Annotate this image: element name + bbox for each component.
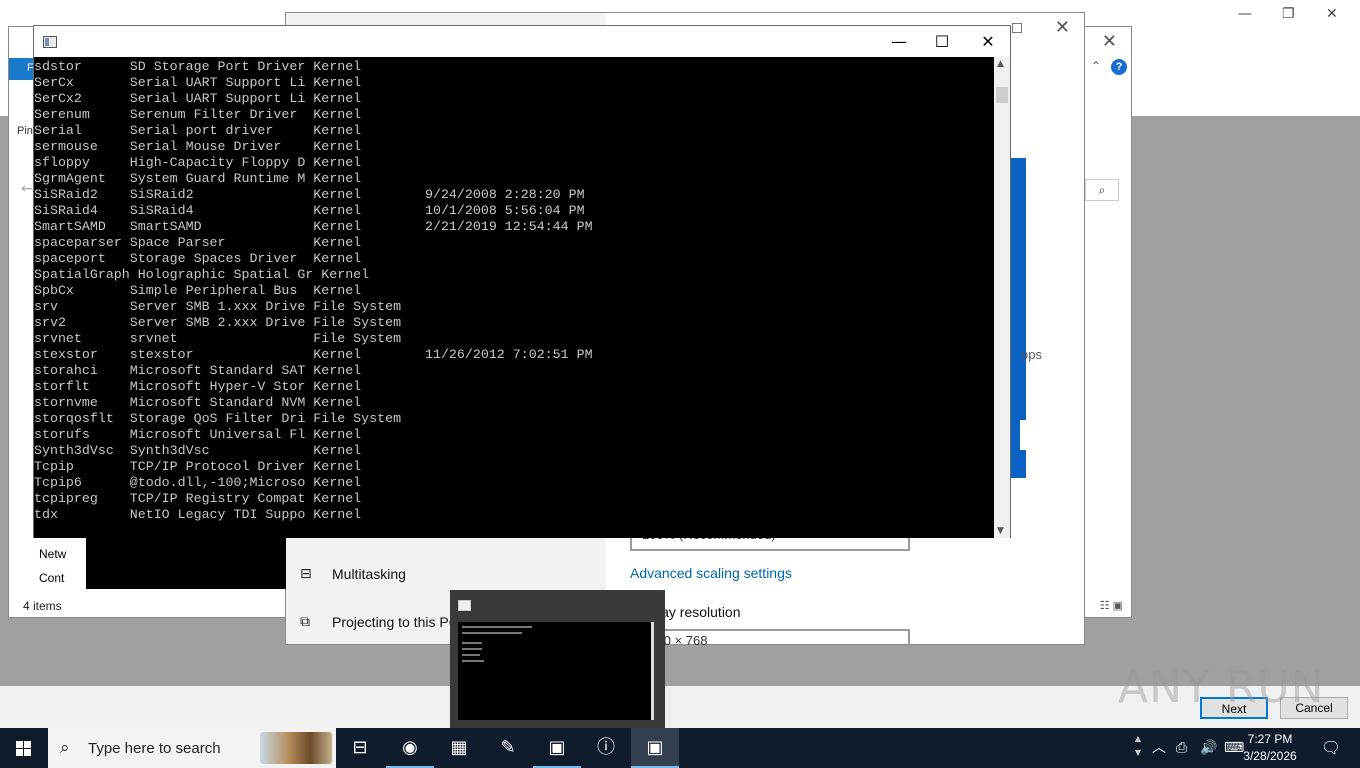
volume-icon[interactable]: 🔊 — [1200, 728, 1217, 768]
view-toggle-icons[interactable]: ☷ ▣ — [1100, 599, 1123, 612]
search-icon[interactable]: ⌕ — [1085, 179, 1119, 201]
taskbar-clock[interactable]: 7:27 PM 3/28/2026 — [1240, 731, 1300, 765]
pin-label[interactable]: Pin — [17, 125, 33, 137]
restore-icon[interactable]: ❐ — [1282, 6, 1295, 22]
clock-time: 7:27 PM — [1247, 732, 1293, 746]
chrome-icon[interactable]: ◉ — [386, 728, 434, 768]
info-icon[interactable]: ⓘ — [582, 728, 630, 768]
console-titlebar[interactable]: — ☐ ✕ — [34, 26, 1010, 57]
multitasking-icon: ⊟ — [300, 566, 312, 582]
ops-text-fragment: ops — [1021, 347, 1042, 362]
nav-item-multitasking[interactable]: ⊟ Multitasking — [300, 566, 406, 582]
tray-chevron-up-icon[interactable]: ︿ — [1152, 728, 1166, 768]
minimize-icon[interactable]: — — [1238, 6, 1252, 22]
taskbar-scroll-arrows[interactable]: ▲ ▼ — [1132, 728, 1144, 768]
resolution-dropdown[interactable]: 1360 × 768 — [630, 629, 910, 647]
advanced-scaling-link[interactable]: Advanced scaling settings — [630, 565, 792, 581]
close-icon[interactable]: ✕ — [1326, 6, 1338, 22]
thumbnail-screen — [458, 622, 654, 720]
maximize-icon[interactable] — [1012, 23, 1022, 33]
projecting-icon: ⧉ — [300, 614, 310, 630]
nav-item-network[interactable]: Netw — [39, 547, 66, 561]
console-shadow-region — [86, 537, 286, 589]
console-app-icon — [458, 600, 471, 611]
taskbar-thumbnail-preview[interactable] — [450, 590, 665, 728]
nav-item-projecting[interactable]: ⧉ Projecting to this PC — [300, 614, 459, 630]
close-icon[interactable]: ✕ — [1055, 17, 1070, 38]
task-view-icon[interactable]: ⊟ — [336, 728, 384, 768]
nav-item-label: Multitasking — [332, 566, 406, 582]
start-button[interactable] — [0, 728, 48, 768]
search-icon: ⌕ — [60, 738, 70, 758]
nav-item-label: Projecting to this PC — [332, 614, 459, 630]
status-item-count: 4 items — [23, 599, 62, 613]
clock-date: 3/28/2026 — [1243, 749, 1297, 763]
scroll-down-icon[interactable]: ▼ — [997, 526, 1004, 536]
windows-logo-icon — [16, 741, 32, 757]
console-taskbar-icon[interactable]: ▣ — [533, 728, 581, 768]
search-highlight-image — [260, 732, 332, 764]
paint-icon[interactable]: ✎ — [484, 728, 532, 768]
taskbar-search-box[interactable]: ⌕ Type here to search — [48, 728, 336, 768]
app-package-icon[interactable]: ▦ — [435, 728, 483, 768]
anyrun-watermark: ANY RUN — [1118, 662, 1325, 713]
console-window: — ☐ ✕ sdstor SD Storage Port Driver Kern… — [33, 25, 1011, 538]
taskbar: ⌕ Type here to search ⊟ ◉ ▦ ✎ ▣ ⓘ ▣ ▲ ▼ ︿… — [0, 728, 1360, 768]
console-text: sdstor SD Storage Port Driver Kernel Ser… — [34, 59, 593, 522]
close-icon[interactable]: ✕ — [1102, 31, 1117, 52]
scroll-up-icon[interactable]: ▲ — [997, 59, 1004, 69]
close-icon[interactable]: ✕ — [968, 30, 1008, 54]
scroll-thumb[interactable] — [996, 87, 1008, 103]
help-icon[interactable]: ? — [1111, 59, 1127, 75]
console-scrollbar[interactable]: ▲ ▼ — [994, 57, 1010, 538]
maximize-icon[interactable]: ☐ — [922, 30, 962, 54]
background-window-controls: — ❐ ✕ — [1220, 0, 1360, 30]
console-taskbar-icon-active[interactable]: ▣ — [631, 728, 679, 768]
console-output[interactable]: sdstor SD Storage Port Driver Kernel Ser… — [34, 57, 994, 538]
network-icon[interactable]: ⎙ — [1176, 728, 1187, 768]
search-placeholder: Type here to search — [88, 739, 221, 757]
nav-item-control-panel[interactable]: Cont — [39, 571, 64, 585]
console-app-icon — [43, 36, 57, 48]
notification-icon[interactable]: 🗨 — [1316, 728, 1346, 768]
minimize-icon[interactable]: — — [879, 30, 919, 54]
back-arrow-icon[interactable]: ← — [21, 181, 33, 197]
chevron-up-icon[interactable]: ⌃ — [1091, 59, 1101, 73]
